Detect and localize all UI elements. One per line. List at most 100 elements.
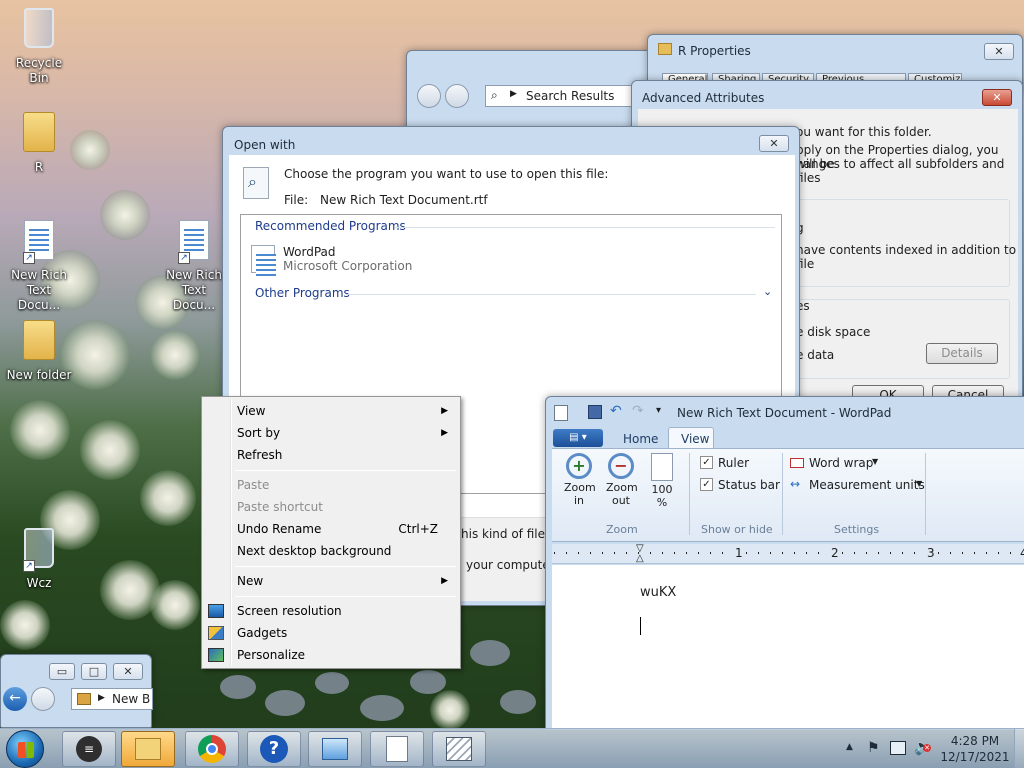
compress-encrypt-group: [788, 299, 1010, 379]
menu-item-gadgets[interactable]: Gadgets: [204, 622, 458, 644]
taskbar-control-panel[interactable]: [308, 731, 362, 767]
menu-item-next-desktop-background[interactable]: Next desktop background: [204, 540, 458, 562]
wordpad-app-icon[interactable]: [554, 405, 568, 421]
desktop-icon-rtf-document-1[interactable]: ↗ New Rich Text Docu...: [6, 220, 72, 313]
undo-icon[interactable]: ↶: [610, 403, 622, 419]
forward-button[interactable]: [445, 84, 469, 108]
chevron-down-icon[interactable]: ⌄: [763, 285, 772, 298]
maximize-icon: □: [88, 665, 100, 678]
show-desktop-button[interactable]: [1014, 729, 1024, 768]
program-item-wordpad[interactable]: WordPad Microsoft Corporation: [247, 243, 747, 277]
taskbar-open-with[interactable]: [432, 731, 486, 767]
action-center-flag-icon[interactable]: ⚑: [867, 740, 880, 756]
other-programs-header[interactable]: Other Programs: [255, 286, 350, 300]
window-title: Advanced Attributes: [642, 91, 765, 105]
indent-marker-icon[interactable]: △: [636, 554, 644, 564]
wordpad-icon: [251, 245, 276, 276]
wordpad-window[interactable]: ↶ ↷ ▾ New Rich Text Document - WordPad ▤…: [545, 396, 1024, 730]
address-bar[interactable]: ▶ New B: [71, 688, 153, 710]
close-button[interactable]: ✕: [982, 89, 1012, 106]
taskbar-notes-app[interactable]: ≡: [62, 731, 116, 767]
minimize-button[interactable]: ▭: [49, 663, 75, 680]
tab-home[interactable]: Home: [623, 432, 658, 446]
menu-item-view[interactable]: View ▶: [204, 400, 458, 422]
help-icon: ?: [260, 735, 288, 763]
open-with-search-icon: ⌕: [243, 167, 269, 199]
taskbar-chrome[interactable]: [185, 731, 239, 767]
menu-item-sort-by[interactable]: Sort by ▶: [204, 422, 458, 444]
group-label-show-or-hide: Show or hide: [701, 523, 773, 536]
prompt-text: Choose the program you want to use to op…: [284, 167, 609, 181]
quick-access-toolbar: ↶ ↷ ▾: [554, 403, 674, 423]
desktop-icon-recycle-bin[interactable]: Recycle Bin: [6, 8, 72, 86]
ruler-number: 3: [925, 546, 937, 560]
zoom-in-button[interactable]: + Zoom in: [560, 453, 598, 517]
speech-bubble-icon: ≡: [76, 736, 102, 762]
desktop-icon-folder-r[interactable]: R: [6, 112, 72, 175]
menu-item-paste[interactable]: Paste: [204, 474, 458, 496]
control-panel-icon: [322, 738, 348, 760]
wordpad-menu-button[interactable]: ▤ ▾: [553, 429, 603, 447]
customize-toolbar-icon[interactable]: ▾: [656, 405, 661, 416]
back-button[interactable]: [417, 84, 441, 108]
start-button[interactable]: [6, 730, 44, 768]
breadcrumb-arrow-icon: ▶: [510, 89, 517, 99]
ruler-checkbox[interactable]: ✓: [700, 456, 713, 469]
close-button[interactable]: ✕: [113, 663, 143, 680]
taskbar: ≡ ? ▲ ⚑ 🔈✕ 4:28 PM 12/17/2021: [0, 728, 1024, 768]
group-label-settings: Settings: [834, 523, 880, 536]
menu-item-undo-rename[interactable]: Undo Rename Ctrl+Z: [204, 518, 458, 540]
menu-item-paste-shortcut[interactable]: Paste shortcut: [204, 496, 458, 518]
document-area[interactable]: wuKX: [552, 565, 1024, 729]
attribute-label: have contents indexed in addition to fil…: [796, 243, 1017, 271]
submenu-arrow-icon: ▶: [441, 428, 448, 438]
status-bar-checkbox[interactable]: ✓: [700, 478, 713, 491]
word-wrap-dropdown[interactable]: Word wrap ▼: [790, 455, 920, 473]
recycle-bin-icon: [24, 8, 54, 48]
volume-muted-icon[interactable]: 🔈✕: [914, 738, 933, 756]
group-separator: [925, 453, 926, 535]
show-hidden-icons-icon[interactable]: ▲: [846, 742, 853, 752]
redo-icon[interactable]: ↷: [632, 403, 644, 419]
window-title: Open with: [234, 138, 296, 152]
menu-item-new[interactable]: New ▶: [204, 570, 458, 592]
network-icon[interactable]: [890, 741, 906, 755]
back-button[interactable]: ←: [3, 687, 27, 711]
taskbar-help[interactable]: ?: [247, 731, 301, 767]
breadcrumb: New B: [112, 692, 151, 706]
zoom-100-button[interactable]: 100 %: [646, 453, 678, 517]
desktop-icon-new-folder[interactable]: New folder: [6, 320, 72, 383]
forward-button[interactable]: [31, 687, 55, 711]
measurement-units-dropdown[interactable]: ↔ Measurement units ▼: [790, 477, 930, 495]
taskbar-windows-explorer[interactable]: [121, 731, 175, 767]
details-button[interactable]: Details: [926, 343, 998, 364]
ruler-number: 4: [1018, 546, 1024, 560]
maximize-button[interactable]: □: [81, 663, 107, 680]
close-button[interactable]: ✕: [984, 43, 1014, 60]
explorer-window[interactable]: ▭ □ ✕ ← ▶ New B: [0, 654, 153, 728]
folder-icon: [23, 320, 55, 360]
save-icon[interactable]: [588, 405, 602, 419]
address-bar[interactable]: ⌕ ▶ Search Results: [485, 85, 655, 107]
multiple-windows-icon: [446, 737, 472, 761]
desktop-icon-wcz[interactable]: ↗ Wcz: [6, 528, 72, 591]
address-text: Search Results: [526, 89, 615, 103]
file-label: File:: [284, 193, 309, 207]
tab-view[interactable]: View: [668, 427, 714, 449]
menu-item-personalize[interactable]: Personalize: [204, 644, 458, 666]
measurement-units-icon: ↔: [790, 477, 801, 491]
menu-item-screen-resolution[interactable]: Screen resolution: [204, 600, 458, 622]
desktop-icon-rtf-document-2[interactable]: ↗ New Rich Text Docu...: [161, 220, 227, 313]
clock-date: 12/17/2021: [940, 750, 1010, 764]
menu-item-refresh[interactable]: Refresh: [204, 444, 458, 466]
ruler-tick-marks: [554, 552, 1024, 554]
close-button[interactable]: ✕: [759, 135, 789, 152]
clock[interactable]: 4:28 PM 12/17/2021: [940, 733, 1010, 765]
header-divider: [395, 227, 775, 228]
zoom-out-button[interactable]: − Zoom out: [602, 453, 640, 517]
gadgets-icon: [208, 626, 224, 640]
file-name: New Rich Text Document.rtf: [320, 193, 488, 207]
taskbar-wordpad[interactable]: [370, 731, 424, 767]
search-icon: ⌕: [491, 88, 498, 102]
ruler[interactable]: ▽ △ 1 2 3 4: [552, 544, 1024, 564]
